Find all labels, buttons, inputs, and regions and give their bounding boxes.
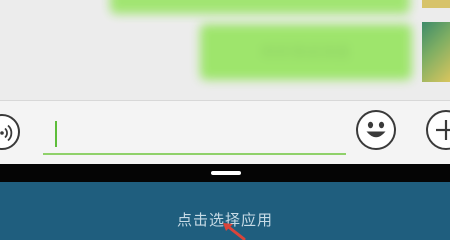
text-caret [55,121,57,147]
avatar-previous[interactable] [422,0,450,8]
split-screen-divider[interactable] [0,164,450,182]
plus-icon [436,120,450,140]
voice-icon [0,124,13,142]
voice-button[interactable] [0,114,20,150]
more-button[interactable] [426,110,450,150]
arrow-pointer-icon [223,223,246,240]
chat-area: 你好测试消息 [0,0,450,100]
emoji-button[interactable] [356,110,396,150]
message-input[interactable] [43,115,346,155]
split-handle[interactable] [211,171,241,175]
message-text: 你好测试消息 [261,45,351,61]
avatar[interactable] [422,22,450,82]
message-bubble-previous[interactable] [110,0,410,14]
message-bubble[interactable]: 你好测试消息 [200,24,412,80]
emoji-icon [366,121,386,138]
